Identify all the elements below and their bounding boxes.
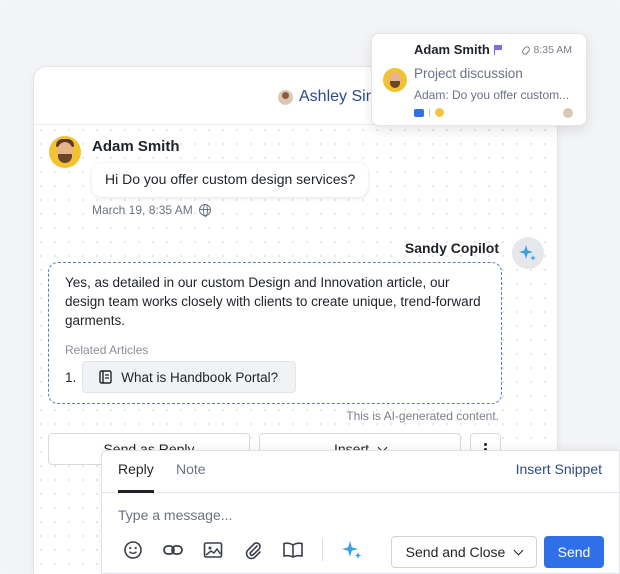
reply-composer: Reply Note Insert Snippet Type a message… [101,450,620,574]
copilot-avatar [512,237,544,269]
link-icon [163,545,183,555]
notification-card[interactable]: Adam Smith 8:35 AM Project discussion Ad… [371,33,587,126]
ai-generated-note: This is AI-generated content. [346,409,499,423]
copilot-response-card: Yes, as detailed in our custom Design an… [48,262,502,404]
emoji-icon [124,541,142,559]
chat-icon [414,108,424,117]
composer-toolbar [122,539,363,561]
link-button[interactable] [162,539,184,561]
knowledge-base-icon [283,542,303,558]
send-button[interactable]: Send [544,536,604,568]
emoji-button[interactable] [122,539,144,561]
emoji-icon [435,108,444,117]
sparkle-icon [342,541,362,559]
active-tab-indicator [118,490,154,493]
article-title: What is Handbook Portal? [121,369,279,385]
message-input[interactable] [118,507,498,523]
notification-preview: Adam: Do you offer custom... [414,88,570,102]
customer-avatar [49,136,81,168]
insert-snippet-link[interactable]: Insert Snippet [516,461,602,477]
send-and-close-label: Send and Close [405,544,506,560]
tab-reply[interactable]: Reply [118,461,154,477]
paperclip-icon [521,44,532,56]
image-button[interactable] [202,539,224,561]
copilot-response-text: Yes, as detailed in our custom Design an… [65,275,481,328]
message-timestamp: March 19, 8:35 AM [92,203,211,217]
article-link[interactable]: What is Handbook Portal? [82,361,297,393]
copilot-name: Sandy Copilot [404,240,499,256]
notification-sender-name: Adam Smith [414,42,490,57]
assignee-avatar [563,108,573,118]
tab-note[interactable]: Note [176,461,206,477]
ai-assist-button[interactable] [341,539,363,561]
article-number: 1. [65,369,77,385]
notification-channel-icons [414,108,444,117]
composer-tabs: Reply Note Insert Snippet [102,451,619,493]
timestamp-text: March 19, 8:35 AM [92,203,193,217]
attachment-button[interactable] [242,539,264,561]
knowledge-base-button[interactable] [282,539,304,561]
customer-name: Adam Smith [92,138,180,155]
send-label: Send [557,544,591,560]
related-article-item: 1. What is Handbook Portal? [65,361,297,393]
divider [429,108,430,117]
send-and-close-dropdown[interactable]: Send and Close [391,536,537,568]
notification-sender: Adam Smith [414,42,503,57]
notification-time-text: 8:35 AM [533,44,572,56]
toolbar-divider [322,539,323,561]
flag-icon [493,45,503,55]
notification-time: 8:35 AM [521,44,572,56]
related-articles-label: Related Articles [65,343,149,357]
chevron-down-icon [513,545,524,556]
attachment-icon [245,542,261,560]
image-icon [203,542,223,558]
sparkle-icon [519,245,536,261]
notification-avatar [383,68,407,92]
background: Ashley Simp Adam Smith Hi Do you offer c… [0,0,620,574]
book-icon [99,370,112,384]
agent-avatar [278,89,293,105]
globe-icon [198,204,211,217]
customer-message: Hi Do you offer custom design services? [92,163,369,197]
notification-subject: Project discussion [414,66,523,81]
